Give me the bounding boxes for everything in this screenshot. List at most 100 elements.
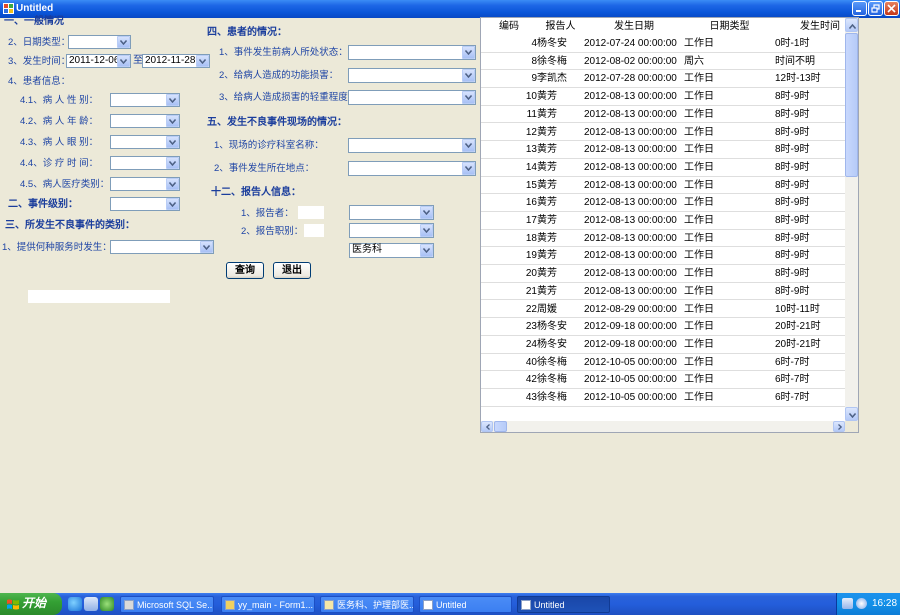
column-header-reporter[interactable]: 报告人	[537, 18, 584, 35]
date-to-picker[interactable]: 2012-11-28	[142, 54, 210, 68]
damage-severity-dropdown-button[interactable]	[462, 91, 475, 104]
table-row[interactable]: 12 黄芳 2012-08-13 00:00:00 工作日 8时-9时	[481, 124, 845, 142]
table-row[interactable]: 18 黄芳 2012-08-13 00:00:00 工作日 8时-9时	[481, 230, 845, 248]
column-header-date[interactable]: 发生日期	[584, 18, 684, 35]
department-name-label: 1、现场的诊疗科室名称：	[214, 140, 324, 151]
event-level-dropdown-button[interactable]	[166, 198, 179, 210]
event-level-combo[interactable]	[110, 197, 180, 211]
table-row[interactable]: 11 黄芳 2012-08-13 00:00:00 工作日 8时-9时	[481, 106, 845, 124]
table-row[interactable]: 9 李凯杰 2012-07-28 00:00:00 工作日 12时-13时	[481, 70, 845, 89]
data-grid[interactable]: 编码 报告人 发生日期 日期类型 发生时间 4 杨冬安 2012-07-24 00:…	[481, 18, 845, 421]
column-header-date-type[interactable]: 日期类型	[684, 18, 775, 35]
taskbar-button[interactable]: yy_main - Form1...	[221, 596, 315, 613]
reporter-text-box[interactable]	[298, 206, 324, 219]
vertical-scroll-thumb[interactable]	[845, 33, 858, 177]
department-name-dropdown-button[interactable]	[462, 139, 475, 152]
table-row[interactable]: 22 周媛 2012-08-29 00:00:00 工作日 10时-11时	[481, 301, 845, 319]
close-button[interactable]	[884, 1, 899, 16]
network-icon[interactable]	[842, 598, 853, 609]
media-icon[interactable]	[100, 597, 114, 611]
reporter-combo[interactable]	[349, 205, 434, 220]
table-row[interactable]: 10 黄芳 2012-08-13 00:00:00 工作日 8时-9时	[481, 88, 845, 106]
treatment-time-dropdown-button[interactable]	[166, 157, 179, 169]
department-dropdown-button[interactable]	[420, 244, 433, 257]
table-row[interactable]: 17 黄芳 2012-08-13 00:00:00 工作日 8时-9时	[481, 212, 845, 230]
medical-category-combo[interactable]	[110, 177, 180, 191]
cell-code: 9	[531, 73, 537, 85]
table-row[interactable]: 14 黄芳 2012-08-13 00:00:00 工作日 8时-9时	[481, 159, 845, 177]
start-button[interactable]: 开始	[0, 593, 62, 615]
maximize-button[interactable]	[868, 1, 883, 16]
taskbar-button[interactable]: 医务科、护理部医...	[320, 596, 414, 613]
table-row[interactable]: 19 黄芳 2012-08-13 00:00:00 工作日 8时-9时	[481, 247, 845, 266]
department-combo[interactable]: 医务科	[349, 243, 434, 258]
scroll-down-button[interactable]	[845, 407, 858, 421]
date-to-dropdown-button[interactable]	[196, 55, 209, 67]
reporter-dropdown-button[interactable]	[420, 206, 433, 219]
desktop-icon[interactable]	[84, 597, 98, 611]
clock[interactable]: 16:28	[872, 597, 897, 610]
service-dropdown-button[interactable]	[200, 241, 213, 253]
patient-sex-dropdown-button[interactable]	[166, 94, 179, 106]
horizontal-scroll-thumb[interactable]	[494, 421, 507, 432]
volume-icon[interactable]	[856, 598, 867, 609]
date-from-picker[interactable]: 2011-12-06	[66, 54, 131, 68]
table-row[interactable]: 42 徐冬梅 2012-10-05 00:00:00 工作日 6时-7时	[481, 371, 845, 389]
pre-event-state-combo[interactable]	[348, 45, 476, 60]
department-name-combo[interactable]	[348, 138, 476, 153]
scroll-up-button[interactable]	[845, 18, 858, 32]
table-row[interactable]: 16 黄芳 2012-08-13 00:00:00 工作日 8时-9时	[481, 194, 845, 212]
taskbar-button[interactable]: Microsoft SQL Se...	[120, 596, 214, 613]
patient-eye-combo[interactable]	[110, 135, 180, 149]
service-combo[interactable]	[110, 240, 214, 254]
taskbar-button[interactable]: Untitled	[419, 596, 512, 613]
scroll-right-button[interactable]	[833, 421, 845, 432]
table-row[interactable]: 20 黄芳 2012-08-13 00:00:00 工作日 8时-9时	[481, 265, 845, 283]
blank-text-box[interactable]	[28, 290, 170, 303]
minimize-button[interactable]	[852, 1, 867, 16]
table-row[interactable]: 23 杨冬安 2012-09-18 00:00:00 工作日 20时-21时	[481, 318, 845, 336]
cell-time: 时间不明	[775, 55, 815, 67]
treatment-time-combo[interactable]	[110, 156, 180, 170]
exit-button[interactable]: 退出	[273, 262, 311, 279]
medical-category-dropdown-button[interactable]	[166, 178, 179, 190]
patient-age-combo[interactable]	[110, 114, 180, 128]
scroll-left-button[interactable]	[481, 421, 493, 432]
title-bar[interactable]	[0, 0, 900, 18]
cell-code: 42	[525, 374, 537, 386]
table-row[interactable]: 24 杨冬安 2012-09-18 00:00:00 工作日 20时-21时	[481, 336, 845, 354]
date-type-dropdown-button[interactable]	[117, 36, 130, 48]
patient-eye-dropdown-button[interactable]	[166, 136, 179, 148]
cell-date-type: 工作日	[684, 38, 714, 49]
column-header-code[interactable]: 编码	[481, 18, 537, 35]
cell-code: 23	[525, 321, 537, 333]
cell-date: 2012-08-13 00:00:00	[584, 268, 677, 280]
date-from-dropdown-button[interactable]	[117, 55, 130, 67]
table-row[interactable]: 21 黄芳 2012-08-13 00:00:00 工作日 8时-9时	[481, 283, 845, 301]
reporter-title-combo[interactable]	[349, 223, 434, 238]
damage-severity-combo[interactable]	[348, 90, 476, 105]
cell-date: 2012-09-18 00:00:00	[584, 321, 677, 333]
reporter-title-dropdown-button[interactable]	[420, 224, 433, 237]
event-location-combo[interactable]	[348, 161, 476, 176]
ie-icon[interactable]	[68, 597, 82, 611]
table-row[interactable]: 13 黄芳 2012-08-13 00:00:00 工作日 8时-9时	[481, 141, 845, 159]
vertical-scrollbar[interactable]	[845, 18, 858, 421]
function-damage-dropdown-button[interactable]	[462, 69, 475, 82]
table-row[interactable]: 15 黄芳 2012-08-13 00:00:00 工作日 8时-9时	[481, 177, 845, 195]
reporter-title-text-box[interactable]	[304, 224, 324, 237]
column-header-time[interactable]: 发生时间	[775, 18, 845, 35]
taskbar-button[interactable]: Untitled	[517, 596, 610, 613]
table-row[interactable]: 40 徐冬梅 2012-10-05 00:00:00 工作日 6时-7时	[481, 354, 845, 372]
patient-age-dropdown-button[interactable]	[166, 115, 179, 127]
query-button[interactable]: 查询	[226, 262, 264, 279]
event-location-dropdown-button[interactable]	[462, 162, 475, 175]
table-row[interactable]: 8 徐冬梅 2012-08-02 00:00:00 周六 时间不明	[481, 53, 845, 71]
date-type-combo[interactable]	[68, 35, 131, 49]
patient-sex-combo[interactable]	[110, 93, 180, 107]
function-damage-combo[interactable]	[348, 68, 476, 83]
pre-event-state-dropdown-button[interactable]	[462, 46, 475, 59]
table-row[interactable]: 43 徐冬梅 2012-10-05 00:00:00 工作日 6时-7时	[481, 389, 845, 407]
table-row[interactable]: 4 杨冬安 2012-07-24 00:00:00 工作日 0时-1时	[481, 35, 845, 53]
horizontal-scrollbar[interactable]	[481, 421, 845, 432]
